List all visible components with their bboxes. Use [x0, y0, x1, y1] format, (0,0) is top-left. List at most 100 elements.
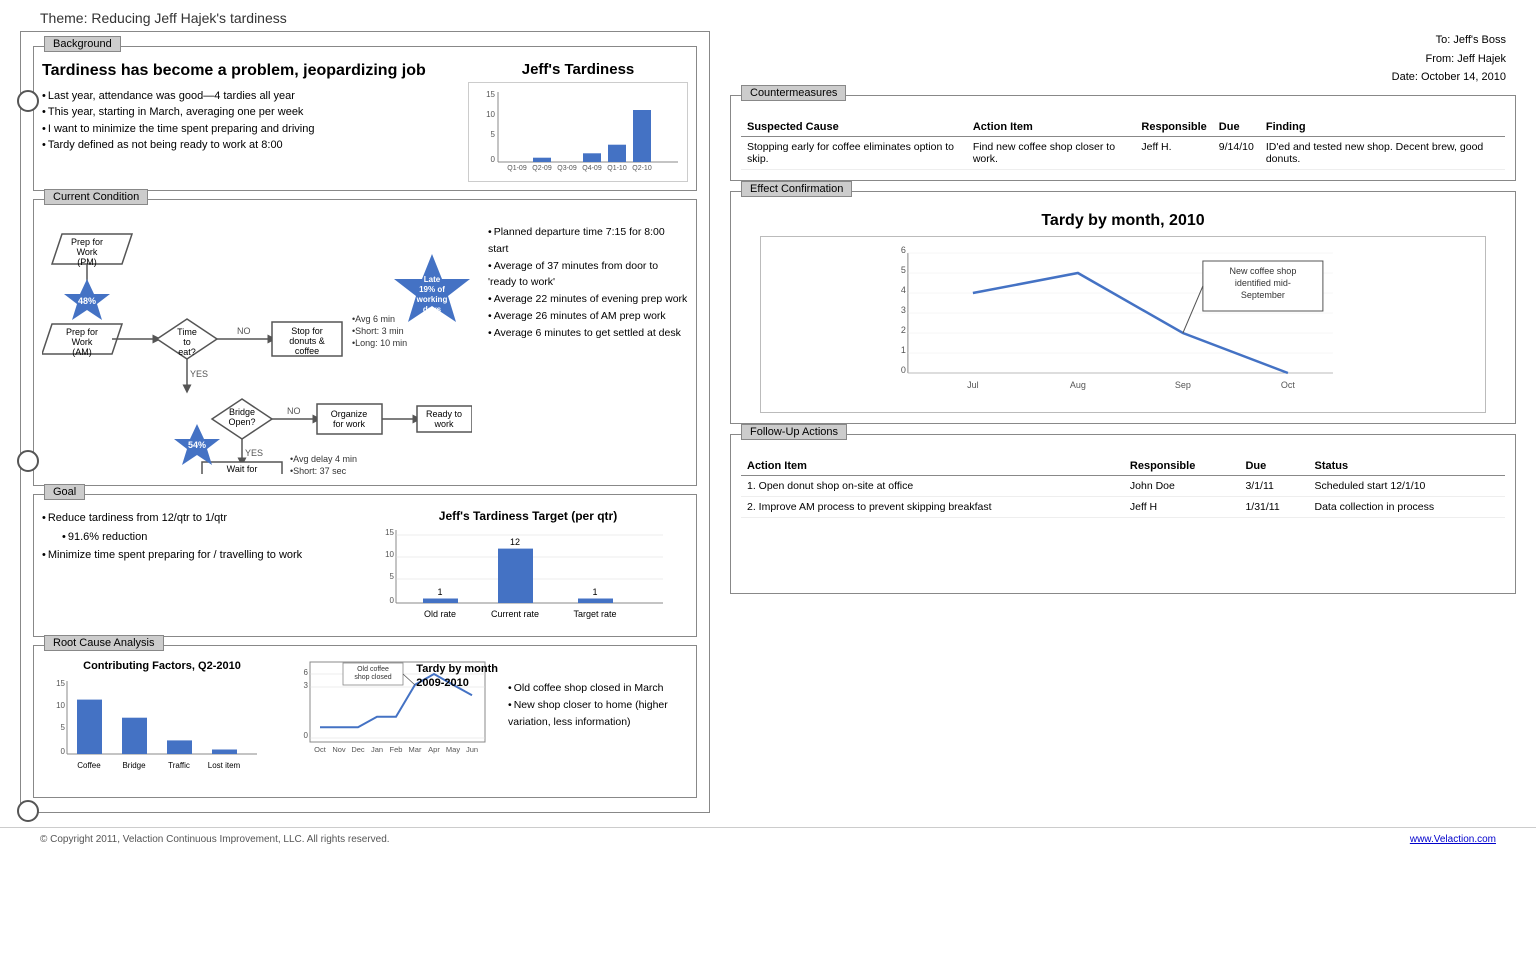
ec-chart-title: Tardy by month, 2010 [741, 212, 1505, 230]
svg-text:•Short: 3 min: •Short: 3 min [352, 326, 404, 336]
svg-text:48%: 48% [78, 296, 96, 306]
countermeasures-table: Suspected Cause Action Item Responsible … [741, 118, 1505, 170]
rca-content: Contributing Factors, Q2-2010 15 10 5 0 … [42, 660, 688, 789]
svg-text:Q2-09: Q2-09 [532, 165, 552, 172]
svg-text:Prep for: Prep for [66, 327, 98, 337]
svg-text:Work: Work [77, 247, 98, 257]
cm-col-finding: Finding [1260, 118, 1505, 137]
cc-bullet-1: Planned departure time 7:15 for 8:00 sta… [488, 224, 688, 258]
svg-text:0: 0 [901, 365, 906, 375]
svg-text:Late: Late [424, 275, 441, 284]
svg-text:May: May [446, 745, 460, 754]
fu-row2-status: Data collection in process [1308, 497, 1505, 518]
svg-text:Prep for: Prep for [71, 237, 103, 247]
svg-text:Jan: Jan [371, 745, 383, 754]
svg-text:Ready to: Ready to [426, 409, 462, 419]
fu-col-action: Action Item [741, 457, 1124, 476]
svg-text:5: 5 [491, 130, 496, 139]
background-content: Tardiness has become a problem, jeopardi… [42, 61, 688, 182]
svg-text:Sep: Sep [1175, 380, 1191, 390]
svg-text:Traffic: Traffic [168, 761, 190, 770]
svg-text:YES: YES [190, 369, 208, 379]
svg-text:10: 10 [385, 550, 394, 559]
cm-header-row: Suspected Cause Action Item Responsible … [741, 118, 1505, 137]
svg-text:54%: 54% [188, 440, 206, 450]
left-panel: Background Tardiness has become a proble… [20, 31, 710, 813]
rca-bullet-1: Old coffee shop closed in March [508, 680, 688, 697]
page-title: Theme: Reducing Jeff Hajek's tardiness [0, 0, 1536, 31]
svg-text:Bridge: Bridge [229, 407, 255, 417]
cc-bullet-5: Average 6 minutes to get settled at desk [488, 325, 688, 342]
fu-row1-action: 1. Open donut shop on-site at office [741, 476, 1124, 497]
svg-text:Bridge: Bridge [122, 761, 146, 770]
memo-to: To: Jeff's Boss [730, 31, 1506, 50]
svg-text:3: 3 [304, 681, 309, 690]
fu-row-2: 2. Improve AM process to prevent skippin… [741, 497, 1505, 518]
bg-bullet-3: I want to minimize the time spent prepar… [42, 121, 460, 138]
svg-text:15: 15 [486, 90, 495, 99]
goal-section: Goal Reduce tardiness from 12/qtr to 1/q… [33, 494, 697, 637]
svg-text:NO: NO [287, 406, 301, 416]
svg-text:to: to [183, 337, 191, 347]
svg-text:Lost item: Lost item [208, 761, 241, 770]
svg-text:YES: YES [245, 448, 263, 458]
fu-row1-status: Scheduled start 12/1/10 [1308, 476, 1505, 497]
fu-col-status: Status [1308, 457, 1505, 476]
goal-bullet-1: Reduce tardiness from 12/qtr to 1/qtr [42, 509, 360, 528]
fu-row2-due: 1/31/11 [1239, 497, 1308, 518]
svg-text:Q2-10: Q2-10 [632, 165, 652, 172]
svg-text:donuts &: donuts & [289, 336, 325, 346]
background-bullets: Last year, attendance was good—4 tardies… [42, 88, 460, 154]
footer-copyright: © Copyright 2011, Velaction Continuous I… [40, 834, 390, 845]
cm-col-due: Due [1213, 118, 1260, 137]
flowchart-svg: Prep for Work (PM) 48% Prep for Work (AM… [42, 214, 472, 474]
cm-row-1: Stopping early for coffee eliminates opt… [741, 137, 1505, 170]
jeffs-tardiness-chart: Jeff's Tardiness 15 10 5 0 [468, 61, 688, 182]
goal-text: Reduce tardiness from 12/qtr to 1/qtr 91… [42, 509, 360, 628]
bg-bullet-1: Last year, attendance was good—4 tardies… [42, 88, 460, 105]
fu-row-1: 1. Open donut shop on-site at office Joh… [741, 476, 1505, 497]
svg-text:coffee: coffee [295, 346, 319, 356]
svg-text:identified mid-: identified mid- [1235, 278, 1291, 288]
ec-line-svg: 0 1 2 3 4 5 6 Jul [767, 243, 1479, 403]
svg-text:15: 15 [385, 528, 394, 537]
cc-content: Prep for Work (PM) 48% Prep for Work (AM… [42, 214, 688, 477]
svg-text:0: 0 [390, 596, 395, 605]
svg-text:for work: for work [333, 419, 366, 429]
fu-row1-responsible: John Doe [1124, 476, 1240, 497]
svg-text:Q4-09: Q4-09 [582, 165, 602, 172]
svg-text:19% of: 19% of [419, 285, 445, 294]
cc-bullet-3: Average 22 minutes of evening prep work [488, 291, 688, 308]
follow-up-section: Follow-Up Actions Action Item Responsibl… [730, 434, 1516, 594]
svg-text:Jun: Jun [466, 745, 478, 754]
jeffs-tardiness-title: Jeff's Tardiness [468, 61, 688, 78]
background-heading: Tardiness has become a problem, jeopardi… [42, 61, 460, 82]
cc-bullets: Planned departure time 7:15 for 8:00 sta… [488, 214, 688, 477]
follow-up-label: Follow-Up Actions [741, 424, 847, 440]
svg-text:1: 1 [437, 587, 442, 597]
right-panel: To: Jeff's Boss From: Jeff Hajek Date: O… [730, 31, 1516, 813]
bg-bullet-2: This year, starting in March, averaging … [42, 104, 460, 121]
cm-col-responsible: Responsible [1135, 118, 1212, 137]
svg-text:10: 10 [56, 701, 65, 710]
rca-label: Root Cause Analysis [44, 635, 164, 651]
footer-link[interactable]: www.Velaction.com [1410, 834, 1496, 845]
tardiness-bar-svg: 15 10 5 0 [473, 87, 683, 177]
svg-text:5: 5 [61, 723, 66, 732]
svg-text:Coffee: Coffee [77, 761, 101, 770]
rca-bullet-2: New shop closer to home (higher variatio… [508, 697, 688, 731]
cm-col-action: Action Item [967, 118, 1136, 137]
svg-text:Wait for: Wait for [227, 464, 258, 474]
svg-text:working: working [416, 295, 448, 304]
svg-text:0: 0 [491, 155, 496, 164]
svg-text:Target rate: Target rate [573, 609, 616, 619]
svg-text:Apr: Apr [428, 745, 440, 754]
rca-bullets: Old coffee shop closed in March New shop… [508, 660, 688, 789]
svg-text:(AM): (AM) [72, 347, 92, 357]
svg-text:NO: NO [237, 326, 251, 336]
svg-text:Q1-09: Q1-09 [507, 165, 527, 172]
svg-text:Jul: Jul [967, 380, 979, 390]
background-section: Background Tardiness has become a proble… [33, 46, 697, 191]
goal-chart-title: Jeff's Tardiness Target (per qtr) [368, 509, 688, 523]
cm-row1-action: Find new coffee shop closer to work. [967, 137, 1136, 170]
